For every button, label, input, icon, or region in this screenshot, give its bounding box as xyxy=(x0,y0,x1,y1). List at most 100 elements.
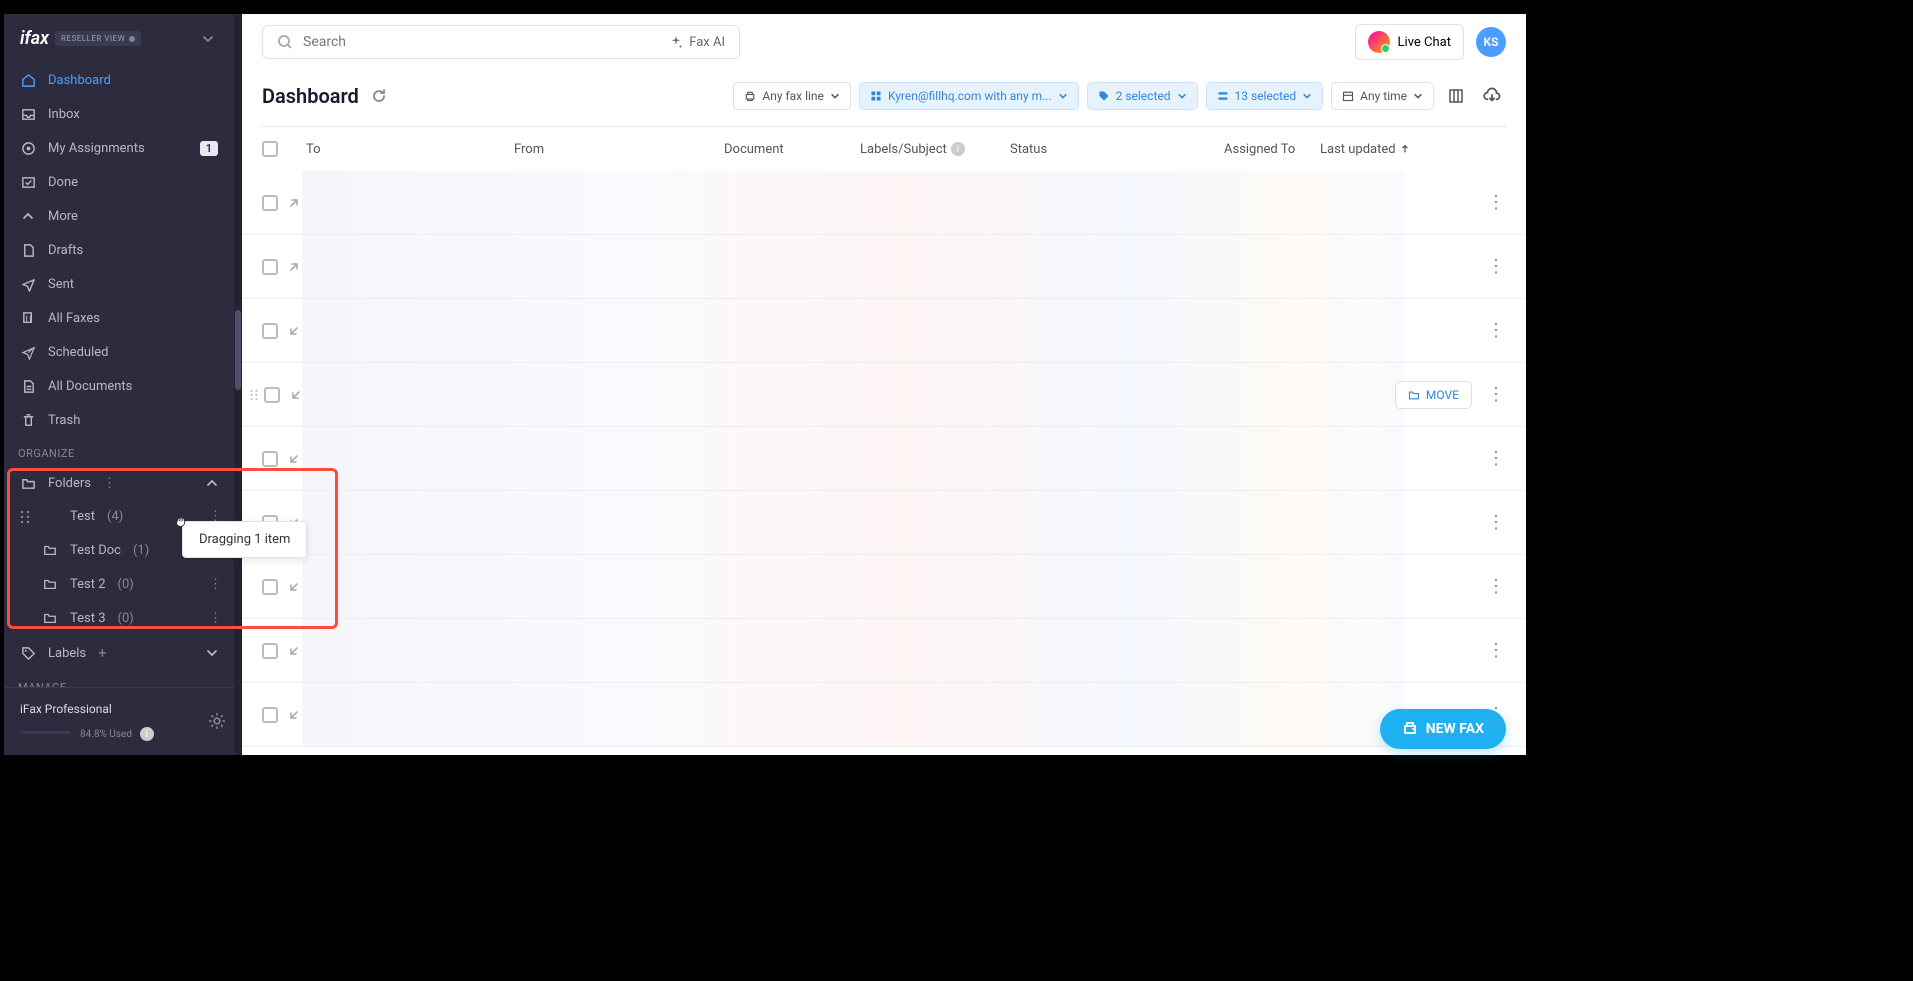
fax-icon xyxy=(1402,721,1418,737)
table-row[interactable]: MOVE ⋮ xyxy=(242,363,1526,427)
user-icon xyxy=(870,90,882,102)
row-more-button[interactable]: ⋮ xyxy=(1486,640,1506,661)
row-checkbox[interactable] xyxy=(262,451,278,467)
row-checkbox[interactable] xyxy=(262,195,278,211)
nav-inbox[interactable]: Inbox xyxy=(4,97,234,131)
outbound-icon xyxy=(288,261,308,273)
nav-all-documents[interactable]: All Documents xyxy=(4,369,234,403)
table-row[interactable]: ⋮ xyxy=(242,299,1526,363)
col-updated[interactable]: Last updated xyxy=(1320,142,1440,157)
folder-more-icon[interactable]: ⋮ xyxy=(209,577,222,592)
table-row[interactable]: ⋮ xyxy=(242,683,1526,747)
add-label-icon[interactable]: + xyxy=(98,644,107,662)
drag-handle-icon[interactable] xyxy=(250,388,258,402)
row-more-button[interactable]: ⋮ xyxy=(1486,512,1506,533)
folder-icon xyxy=(42,610,58,626)
row-checkbox[interactable] xyxy=(262,259,278,275)
table-row[interactable]: ⋮ xyxy=(242,427,1526,491)
nav-all-faxes[interactable]: All Faxes xyxy=(4,301,234,335)
table-row[interactable]: ⋮ xyxy=(242,235,1526,299)
folder-name: Test 3 xyxy=(70,611,106,626)
folders-more-icon[interactable]: ⋮ xyxy=(103,476,116,491)
live-chat-button[interactable]: Live Chat xyxy=(1355,24,1464,60)
filter-status[interactable]: 13 selected xyxy=(1206,82,1324,110)
folders-toggle[interactable]: Folders ⋮ xyxy=(4,466,234,500)
row-checkbox[interactable] xyxy=(262,323,278,339)
chevron-down-icon xyxy=(1177,91,1187,101)
col-labels[interactable]: Labels/Subject i xyxy=(860,142,1010,157)
done-icon xyxy=(20,174,36,190)
col-status[interactable]: Status xyxy=(1010,142,1224,157)
fax-ai-button[interactable]: Fax AI xyxy=(669,35,725,50)
inbound-icon xyxy=(288,645,308,657)
nav-sent[interactable]: Sent xyxy=(4,267,234,301)
fax-ai-label: Fax AI xyxy=(689,35,725,50)
table-row[interactable]: ⋮ xyxy=(242,171,1526,235)
logo-text: ifax xyxy=(20,28,49,49)
nav-assignments[interactable]: My Assignments 1 xyxy=(4,131,234,165)
search-box[interactable]: Fax AI xyxy=(262,25,740,59)
labels-toggle[interactable]: Labels + xyxy=(4,635,234,671)
plan-name: iFax Professional xyxy=(20,702,198,716)
col-to[interactable]: To xyxy=(306,142,514,157)
table-row[interactable]: ⋮ xyxy=(242,619,1526,683)
filter-member[interactable]: Kyren@fillhq.com with any m... xyxy=(859,82,1079,110)
row-checkbox[interactable] xyxy=(262,707,278,723)
row-checkbox[interactable] xyxy=(262,643,278,659)
folder-name: Test 2 xyxy=(70,577,106,592)
live-chat-label: Live Chat xyxy=(1398,35,1451,50)
row-checkbox[interactable] xyxy=(264,387,280,403)
col-assigned[interactable]: Assigned To xyxy=(1224,142,1320,157)
filter-labels[interactable]: 2 selected xyxy=(1087,82,1198,110)
sort-asc-icon xyxy=(1400,144,1410,154)
nav-trash[interactable]: Trash xyxy=(4,403,234,437)
labels-label: Labels xyxy=(48,646,86,661)
drag-tooltip: Dragging 1 item xyxy=(182,521,307,558)
move-button[interactable]: MOVE xyxy=(1395,381,1472,409)
folder-more-icon[interactable]: ⋮ xyxy=(209,611,222,626)
settings-gear-icon[interactable] xyxy=(208,712,226,730)
chevron-down-icon xyxy=(206,647,218,659)
info-icon[interactable]: i xyxy=(140,727,154,741)
table-row[interactable]: ⋮ xyxy=(242,555,1526,619)
refresh-button[interactable] xyxy=(371,88,387,104)
folder-item[interactable]: Test 3 (0)⋮ xyxy=(4,601,234,635)
columns-button[interactable] xyxy=(1442,82,1470,110)
filter-time[interactable]: Any time xyxy=(1331,82,1434,110)
nav-done[interactable]: Done xyxy=(4,165,234,199)
filter-faxline[interactable]: Any fax line xyxy=(733,82,851,110)
row-more-button[interactable]: ⋮ xyxy=(1486,448,1506,469)
col-document[interactable]: Document xyxy=(724,142,860,157)
table-row[interactable]: ⋮ xyxy=(242,491,1526,555)
sidebar-scrollbar[interactable] xyxy=(234,14,242,755)
info-icon[interactable]: i xyxy=(951,142,965,156)
row-more-button[interactable]: ⋮ xyxy=(1486,704,1506,725)
nav-drafts[interactable]: Drafts xyxy=(4,233,234,267)
col-from[interactable]: From xyxy=(514,142,724,157)
row-checkbox[interactable] xyxy=(262,579,278,595)
manage-header: MANAGE xyxy=(4,671,234,687)
search-input[interactable] xyxy=(303,34,659,50)
sent-icon xyxy=(20,276,36,292)
documents-icon xyxy=(20,378,36,394)
select-all-checkbox[interactable] xyxy=(262,141,278,157)
chat-avatar-icon xyxy=(1368,31,1390,53)
workspace-switcher[interactable] xyxy=(198,29,218,49)
chevron-up-icon xyxy=(20,208,36,224)
cloud-download-button[interactable] xyxy=(1478,82,1506,110)
row-more-button[interactable]: ⋮ xyxy=(1486,320,1506,341)
row-more-button[interactable]: ⋮ xyxy=(1486,192,1506,213)
nav-more[interactable]: More xyxy=(4,199,234,233)
nav-label: More xyxy=(48,209,78,224)
user-avatar[interactable]: KS xyxy=(1476,27,1506,57)
nav-dashboard[interactable]: Dashboard xyxy=(4,63,234,97)
scrollbar-thumb[interactable] xyxy=(235,310,241,390)
folder-count: (4) xyxy=(107,509,123,524)
row-more-button[interactable]: ⋮ xyxy=(1486,576,1506,597)
filter-label: 2 selected xyxy=(1116,89,1171,103)
folder-item[interactable]: Test 2 (0)⋮ xyxy=(4,567,234,601)
row-more-button[interactable]: ⋮ xyxy=(1486,384,1506,405)
row-more-button[interactable]: ⋮ xyxy=(1486,256,1506,277)
nav-scheduled[interactable]: Scheduled xyxy=(4,335,234,369)
drag-handle-icon[interactable] xyxy=(20,510,36,524)
